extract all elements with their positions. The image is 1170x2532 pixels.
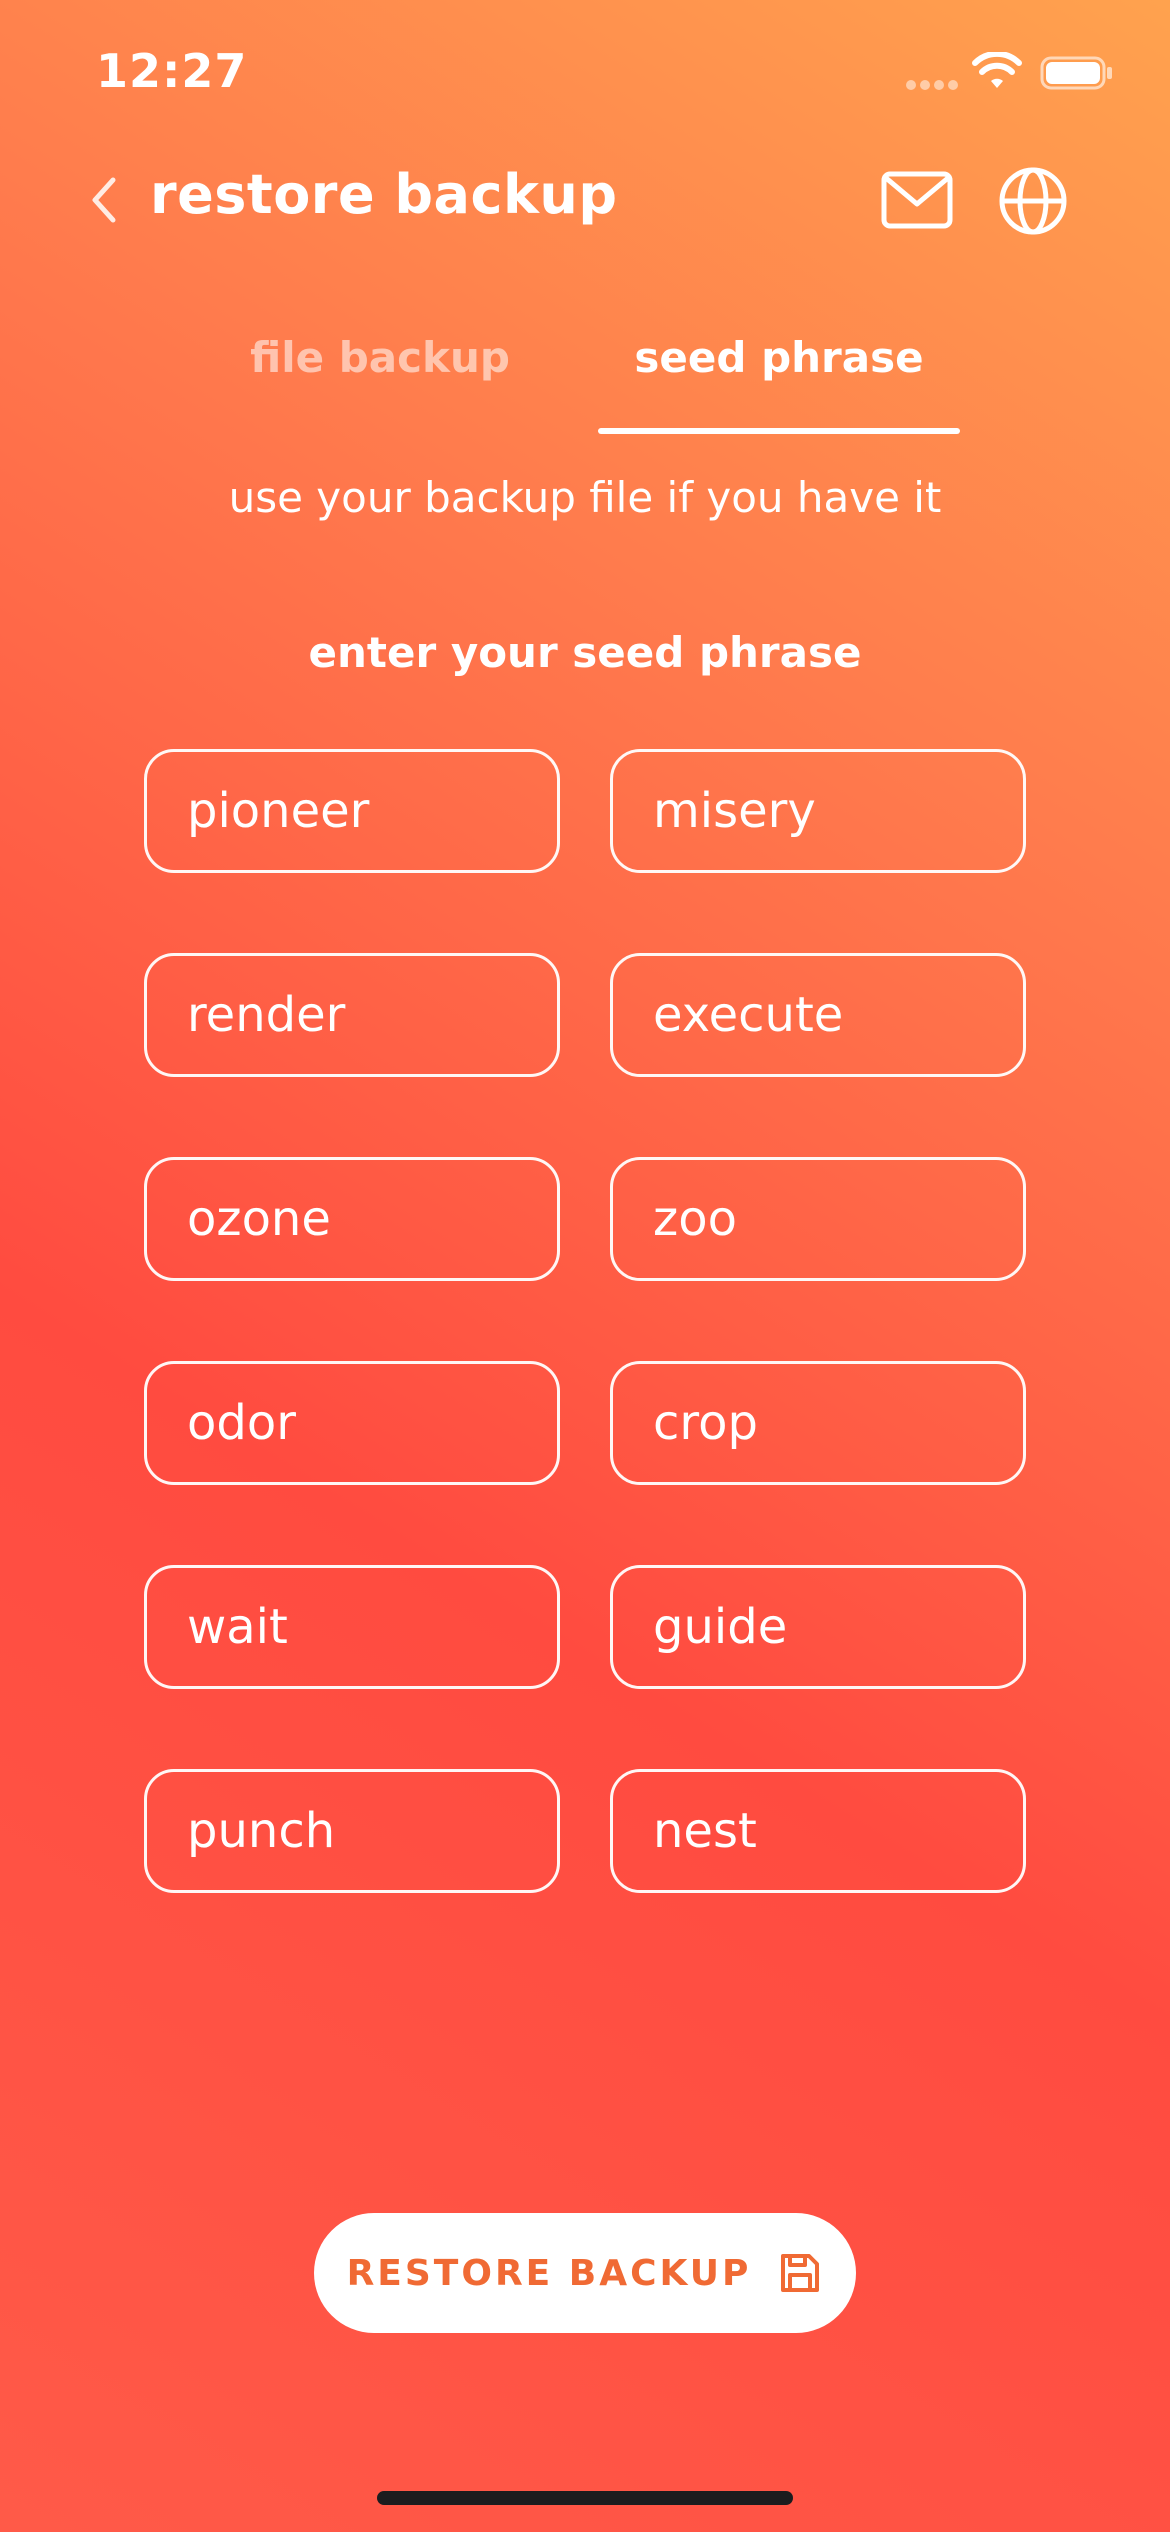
globe-icon: [999, 167, 1067, 235]
tab-file-backup[interactable]: file backup: [220, 333, 540, 382]
chevron-left-icon: [92, 177, 116, 223]
battery-icon: [1040, 56, 1112, 90]
seed-phrase-grid: pioneer misery render execute ozone zoo …: [144, 749, 1026, 1893]
seed-word-input-6[interactable]: zoo: [610, 1157, 1026, 1281]
subtitle: use your backup file if you have it: [228, 473, 942, 522]
back-button[interactable]: [80, 170, 128, 230]
seed-word-input-4[interactable]: execute: [610, 953, 1026, 1077]
seed-word-input-5[interactable]: ozone: [144, 1157, 560, 1281]
seed-word-input-1[interactable]: pioneer: [144, 749, 560, 873]
status-time: 12:27: [96, 44, 248, 98]
wifi-icon: [972, 52, 1022, 88]
restore-backup-label: RESTORE BACKUP: [346, 2252, 752, 2294]
mail-icon: [881, 171, 953, 229]
seed-word-input-12[interactable]: nest: [610, 1769, 1026, 1893]
tab-selected-indicator: [598, 428, 960, 434]
page-title: restore backup: [150, 163, 618, 226]
save-icon: [777, 2250, 823, 2296]
seed-word-input-11[interactable]: punch: [144, 1769, 560, 1893]
tab-seed-phrase[interactable]: seed phrase: [598, 333, 960, 382]
seed-word-input-10[interactable]: guide: [610, 1565, 1026, 1689]
seed-phrase-heading: enter your seed phrase: [308, 628, 862, 677]
seed-word-input-8[interactable]: crop: [610, 1361, 1026, 1485]
seed-word-input-3[interactable]: render: [144, 953, 560, 1077]
home-indicator: [377, 2491, 793, 2505]
cell-signal-icon: [906, 80, 958, 90]
restore-backup-button[interactable]: RESTORE BACKUP: [314, 2213, 856, 2333]
language-button[interactable]: [998, 166, 1068, 236]
status-bar: 12:27: [0, 0, 1170, 140]
mail-button[interactable]: [880, 168, 954, 234]
seed-word-input-7[interactable]: odor: [144, 1361, 560, 1485]
seed-word-input-2[interactable]: misery: [610, 749, 1026, 873]
seed-word-input-9[interactable]: wait: [144, 1565, 560, 1689]
